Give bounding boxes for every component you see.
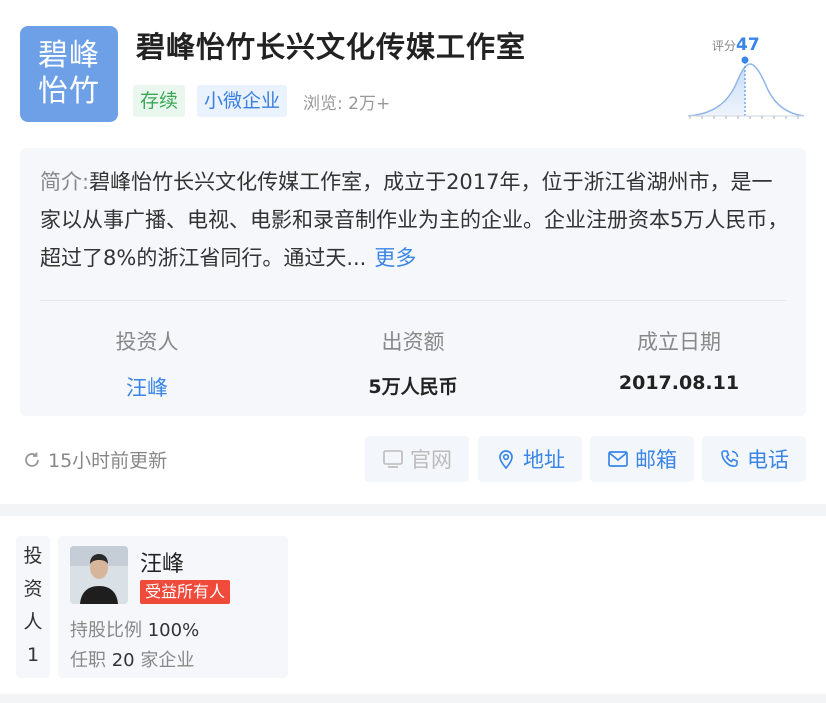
share-value: 100% [147, 620, 200, 641]
side-char-1: 投 [23, 545, 43, 567]
intro-divider [40, 300, 786, 301]
investor-name[interactable]: 汪峰 [140, 546, 184, 578]
website-label: 官网 [410, 448, 452, 472]
intro-text: 简介:碧峰怡竹长兴文化传媒工作室，成立于2017年，位于浙江省湖州市，是一家以从… [40, 163, 792, 277]
address-button[interactable]: 地址 [478, 436, 582, 482]
investor-card[interactable]: 汪峰 受益所有人 持股比例 100% 任职 20 家企业 [58, 536, 288, 678]
refresh-icon [25, 452, 39, 467]
stat-founded: 成立日期 2017.08.11 [564, 326, 794, 394]
address-label: 地址 [523, 448, 565, 472]
phone-label: 电话 [747, 448, 789, 472]
intro-prefix: 简介: [40, 170, 90, 194]
monitor-icon [383, 450, 403, 468]
post-suffix: 家企业 [140, 650, 195, 671]
stat-founded-label: 成立日期 [637, 330, 721, 354]
post-label: 任职 [70, 650, 106, 671]
investor-count-label: 投 资 人 1 [16, 536, 50, 678]
bottom-separator [0, 694, 826, 703]
stat-capital-value: 5万人民币 [368, 376, 458, 398]
stat-investor: 投资人 汪峰 [32, 326, 262, 402]
side-char-2: 资 [23, 578, 43, 600]
stat-capital: 出资额 5万人民币 [298, 326, 528, 399]
share-label: 持股比例 [70, 620, 142, 641]
email-button[interactable]: 邮箱 [590, 436, 694, 482]
side-char-3: 人 [23, 611, 43, 633]
update-status[interactable]: 15小时前更新 [22, 446, 167, 473]
score-value: 47 [736, 35, 760, 55]
company-tags: 存续 小微企业 浏览: 2万+ [133, 85, 390, 117]
view-count: 浏览: 2万+ [303, 93, 391, 114]
score-widget[interactable]: 评分47 [684, 32, 808, 122]
company-name: 碧峰怡竹长兴文化传媒工作室 [136, 30, 527, 64]
stat-capital-label: 出资额 [381, 330, 445, 354]
website-button[interactable]: 官网 [365, 436, 469, 482]
post-value: 20 [111, 650, 135, 671]
post-count[interactable]: 任职 20 家企业 [70, 646, 194, 672]
more-link[interactable]: 更多 [374, 246, 416, 270]
logo-line-2: 怡竹 [38, 74, 100, 109]
update-text: 15小时前更新 [48, 450, 168, 472]
logo-line-1: 碧峰 [38, 38, 100, 73]
email-label: 邮箱 [635, 448, 677, 472]
person-photo-icon [70, 546, 128, 604]
side-char-4: 1 [26, 644, 40, 666]
stat-investor-label: 投资人 [115, 330, 179, 354]
stat-investor-value[interactable]: 汪峰 [32, 372, 262, 402]
location-pin-icon [499, 450, 513, 470]
mail-icon [608, 451, 628, 467]
stat-founded-value: 2017.08.11 [618, 372, 740, 394]
status-tag: 存续 [133, 85, 186, 117]
share-ratio: 持股比例 100% [70, 616, 199, 642]
phone-button[interactable]: 电话 [702, 436, 806, 482]
score-label-text: 评分 [712, 39, 737, 53]
avatar[interactable] [70, 546, 128, 604]
phone-icon [721, 450, 739, 467]
intro-card: 简介:碧峰怡竹长兴文化传媒工作室，成立于2017年，位于浙江省湖州市，是一家以从… [20, 148, 806, 416]
section-separator [0, 504, 826, 516]
company-logo: 碧峰 怡竹 [20, 26, 118, 122]
beneficial-owner-badge: 受益所有人 [140, 580, 231, 604]
score-label: 评分47 [712, 35, 760, 55]
size-tag[interactable]: 小微企业 [197, 85, 288, 117]
